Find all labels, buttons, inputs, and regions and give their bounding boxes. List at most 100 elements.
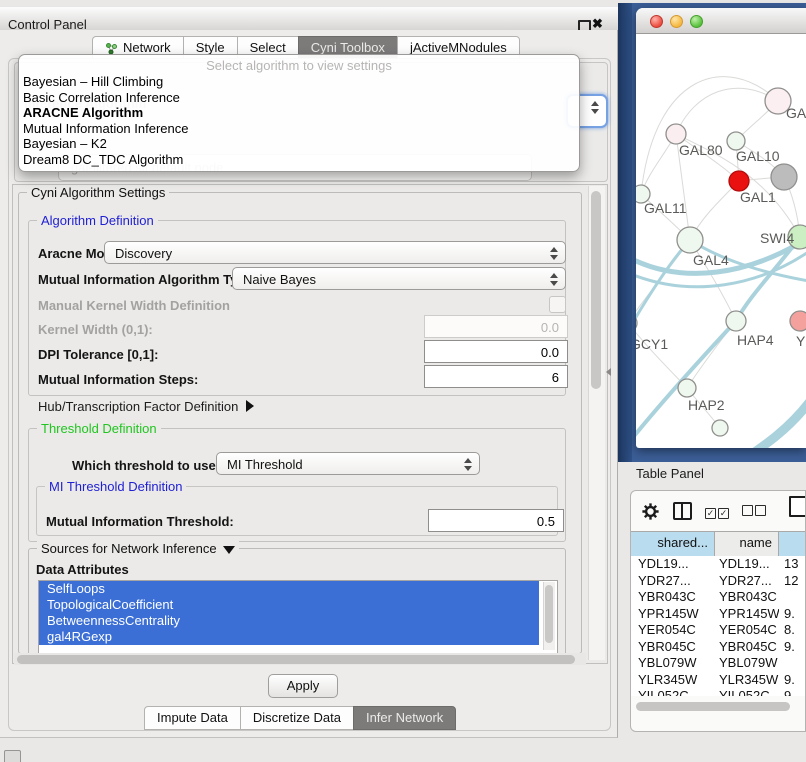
sources-legend-label: Sources for Network Inference xyxy=(41,541,217,556)
manual-kernel-width-label: Manual Kernel Width Definition xyxy=(38,298,230,313)
vertical-scrollbar-thumb[interactable] xyxy=(591,191,601,389)
data-attribute-item[interactable]: TopologicalCoefficient xyxy=(39,597,539,613)
table-cell: 9. xyxy=(779,639,806,656)
stepper-arrows-icon xyxy=(463,457,472,472)
collapse-down-icon xyxy=(223,546,235,554)
algorithm-definition-legend: Algorithm Definition xyxy=(37,213,158,228)
data-attribute-item[interactable]: gal4RGexp xyxy=(39,629,539,645)
table-cell: 9. xyxy=(779,606,806,623)
app-screen: Control Panel ✖ Network Style Select Cyn… xyxy=(0,0,806,762)
network-node-label: GAL11 xyxy=(644,200,687,216)
table-cell: 9 xyxy=(779,688,806,696)
table-row[interactable]: YBR043CYBR043C xyxy=(631,589,806,606)
aracne-mode-combobox[interactable]: Discovery xyxy=(104,241,566,264)
minimize-traffic-light-icon[interactable] xyxy=(670,15,683,28)
data-attributes-list[interactable]: SelfLoopsTopologicalCoefficientBetweenne… xyxy=(38,580,558,654)
horizontal-scrollbar-thumb[interactable] xyxy=(17,655,575,664)
network-window-titlebar[interactable] xyxy=(636,8,806,34)
table-row[interactable]: YDL19...YDL19...13 xyxy=(631,556,806,573)
control-panel-titlebar: Control Panel ✖ xyxy=(0,6,618,32)
export-table-icon[interactable] xyxy=(789,496,806,517)
table-horizontal-scrollbar-thumb[interactable] xyxy=(636,702,790,711)
data-attribute-item[interactable]: BetweennessCentrality xyxy=(39,613,539,629)
network-canvas[interactable]: GALGAL80GAL10GAL1GAL11GAL4SWI4GCY1HAP4YH… xyxy=(636,34,806,448)
algorithm-option[interactable]: Basic Correlation Inference xyxy=(19,90,579,106)
table-row[interactable]: YBR045CYBR045C9. xyxy=(631,639,806,656)
algorithm-option[interactable]: Dream8 DC_TDC Algorithm xyxy=(19,152,579,168)
algorithm-option[interactable]: Mutual Information Inference xyxy=(19,121,579,137)
network-node[interactable] xyxy=(712,420,728,436)
select-all-checkboxes-icon[interactable]: ✓✓ xyxy=(705,504,729,519)
network-edge xyxy=(636,323,687,388)
network-edge xyxy=(641,77,778,194)
table-header: shared... name xyxy=(631,531,806,557)
list-scrollbar-thumb[interactable] xyxy=(545,585,553,643)
kernel-width-label: Kernel Width (0,1): xyxy=(38,322,153,337)
tab-label: Infer Network xyxy=(366,707,443,729)
table-cell: YDL19... xyxy=(715,556,779,573)
table-toolbar: ✓✓ xyxy=(641,499,766,523)
table-row[interactable]: YIL052CYIL052C9 xyxy=(631,688,806,696)
kernel-width-field[interactable]: 0.0 xyxy=(424,315,568,338)
table-panel-window: ✓✓ shared... name YDL19...YDL19...13YDR2… xyxy=(630,490,806,732)
network-node[interactable] xyxy=(677,227,703,253)
mi-threshold-field[interactable]: 0.5 xyxy=(428,509,564,532)
tab-impute-data[interactable]: Impute Data xyxy=(144,706,241,730)
table-cell: YLR345W xyxy=(715,672,779,689)
hub-definition-expander[interactable]: Hub/Transcription Factor Definition xyxy=(38,399,254,414)
stepper-arrows-icon xyxy=(549,272,558,287)
table-cell: YPR145W xyxy=(715,606,779,623)
table-row[interactable]: YPR145WYPR145W9. xyxy=(631,606,806,623)
column-header-clipped[interactable] xyxy=(779,532,806,556)
table-cell: 9. xyxy=(779,672,806,689)
table-row[interactable]: YLR345WYLR345W9. xyxy=(631,672,806,689)
network-node-label: HAP2 xyxy=(688,397,725,413)
column-header-shared[interactable]: shared... xyxy=(631,532,715,556)
network-node[interactable] xyxy=(771,164,797,190)
mi-algorithm-type-combobox[interactable]: Naive Bayes xyxy=(232,267,566,290)
deselect-all-checkboxes-icon[interactable] xyxy=(742,504,766,519)
splitter-collapse-arrow[interactable] xyxy=(606,368,611,376)
table-cell: YBR045C xyxy=(715,639,779,656)
network-node[interactable] xyxy=(790,311,806,331)
table-row[interactable]: YDR27...YDR27...12 xyxy=(631,573,806,590)
mi-steps-field[interactable]: 6 xyxy=(424,365,568,388)
table-cell: YBR043C xyxy=(715,589,779,606)
stepper-arrows-icon xyxy=(590,100,599,115)
table-panel-title: Table Panel xyxy=(636,466,704,481)
algorithm-option[interactable]: Bayesian – K2 xyxy=(19,136,579,152)
algorithm-option[interactable]: Bayesian – Hill Climbing xyxy=(19,74,579,90)
dpi-tolerance-field[interactable]: 0.0 xyxy=(424,340,568,363)
table-cell: YDR27... xyxy=(715,573,779,590)
algorithm-option[interactable]: ARACNE Algorithm xyxy=(19,105,579,121)
table-cell: YDR27... xyxy=(631,573,715,590)
which-threshold-combobox[interactable]: MI Threshold xyxy=(216,452,480,475)
network-node[interactable] xyxy=(726,311,746,331)
zoom-traffic-light-icon[interactable] xyxy=(690,15,703,28)
table-cell: YBR043C xyxy=(631,589,715,606)
apply-button[interactable]: Apply xyxy=(268,674,338,698)
data-attribute-item[interactable]: SelfLoops xyxy=(39,581,539,597)
manual-kernel-width-checkbox[interactable] xyxy=(549,296,566,313)
table-row[interactable]: YBL079WYBL079W xyxy=(631,655,806,672)
network-node[interactable] xyxy=(666,124,686,144)
network-node[interactable] xyxy=(729,171,749,191)
network-edge xyxy=(676,88,778,134)
tab-infer-network[interactable]: Infer Network xyxy=(353,706,456,730)
network-node[interactable] xyxy=(678,379,696,397)
tab-label: Discretize Data xyxy=(253,707,341,729)
table-cell: YER054C xyxy=(715,622,779,639)
table-cell: YPR145W xyxy=(631,606,715,623)
expand-right-icon xyxy=(246,400,254,412)
gear-icon[interactable] xyxy=(641,502,660,521)
split-columns-icon[interactable] xyxy=(673,502,692,520)
table-row[interactable]: YER054CYER054C8. xyxy=(631,622,806,639)
tab-discretize-data[interactable]: Discretize Data xyxy=(240,706,354,730)
table-cell: YLR345W xyxy=(631,672,715,689)
column-header-name[interactable]: name xyxy=(715,532,779,556)
close-traffic-light-icon[interactable] xyxy=(650,15,663,28)
threshold-definition-legend: Threshold Definition xyxy=(37,421,161,436)
sources-legend[interactable]: Sources for Network Inference xyxy=(37,541,239,556)
cyni-algorithm-settings-legend: Cyni Algorithm Settings xyxy=(27,185,169,200)
collapsed-panel-icon[interactable] xyxy=(4,750,21,762)
